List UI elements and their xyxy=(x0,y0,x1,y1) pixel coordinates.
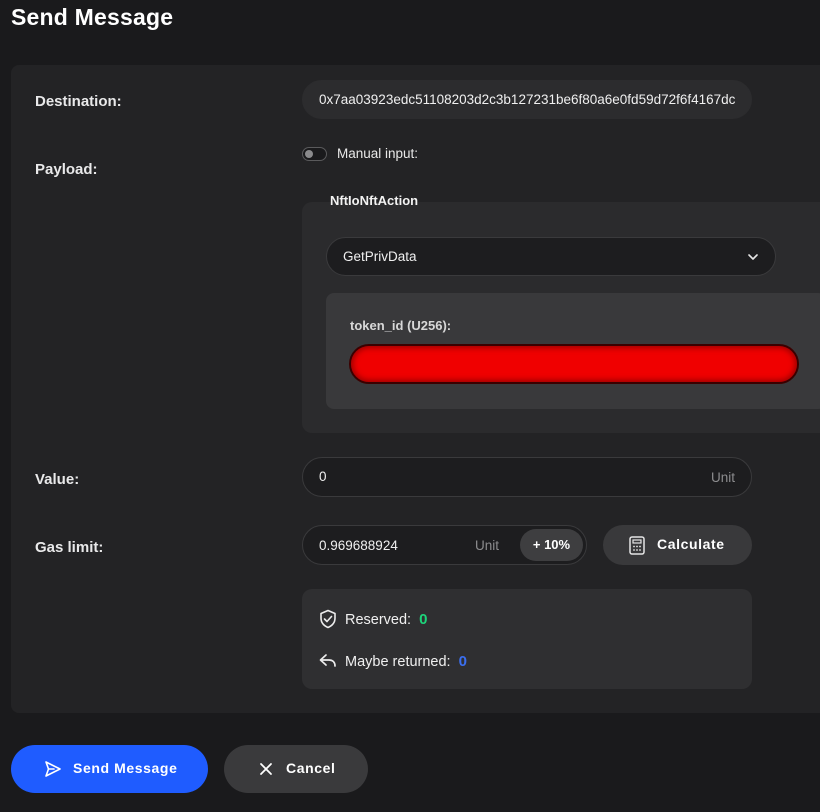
gas-limit-input[interactable]: 0.969688924 Unit + 10% xyxy=(302,525,587,565)
chevron-down-icon xyxy=(748,254,758,260)
cancel-button[interactable]: Cancel xyxy=(224,745,368,793)
gas-info-box xyxy=(302,589,752,689)
payload-type-title: NftIoNftAction xyxy=(330,193,419,208)
reserved-value: 0 xyxy=(419,611,428,628)
close-icon xyxy=(260,763,272,775)
gas-limit-value: 0.969688924 xyxy=(319,538,398,553)
value-unit: Unit xyxy=(710,470,735,485)
action-select[interactable]: GetPrivData xyxy=(326,237,776,276)
increase-10-percent-button[interactable]: + 10% xyxy=(520,529,583,561)
manual-input-toggle[interactable] xyxy=(302,147,327,161)
payload-label: Payload: xyxy=(35,161,98,178)
value-label: Value: xyxy=(35,471,80,488)
cancel-label: Cancel xyxy=(286,760,336,776)
maybe-returned-row: Maybe returned: 0 xyxy=(318,651,518,671)
maybe-returned-label: Maybe returned: xyxy=(345,654,451,670)
shield-check-icon xyxy=(320,609,336,629)
manual-input-label: Manual input: xyxy=(337,146,419,161)
reserved-row: Reserved: 0 xyxy=(318,609,518,629)
maybe-returned-value: 0 xyxy=(458,653,467,670)
value-input-value: 0 xyxy=(319,469,327,484)
destination-field[interactable]: 0x7aa03923edc51108203d2c3b127231be6f80a6… xyxy=(302,80,752,119)
calculator-icon xyxy=(629,536,645,555)
token-id-label: token_id (U256): xyxy=(350,318,452,333)
send-icon xyxy=(45,761,61,777)
gas-limit-unit: Unit xyxy=(475,538,500,553)
reserved-label: Reserved: xyxy=(345,612,412,628)
value-input[interactable]: 0 Unit xyxy=(302,457,752,497)
toggle-knob xyxy=(305,150,313,158)
destination-label: Destination: xyxy=(35,93,122,110)
send-message-label: Send Message xyxy=(73,760,178,776)
calculate-button-label: Calculate xyxy=(657,536,725,552)
send-message-button[interactable]: Send Message xyxy=(11,745,208,793)
calculate-button[interactable]: Calculate xyxy=(603,525,752,565)
token-id-input-redacted[interactable] xyxy=(349,344,799,384)
reply-icon xyxy=(319,654,336,667)
page-title: Send Message xyxy=(11,4,174,30)
action-select-value: GetPrivData xyxy=(343,249,417,264)
gas-limit-label: Gas limit: xyxy=(35,539,104,556)
